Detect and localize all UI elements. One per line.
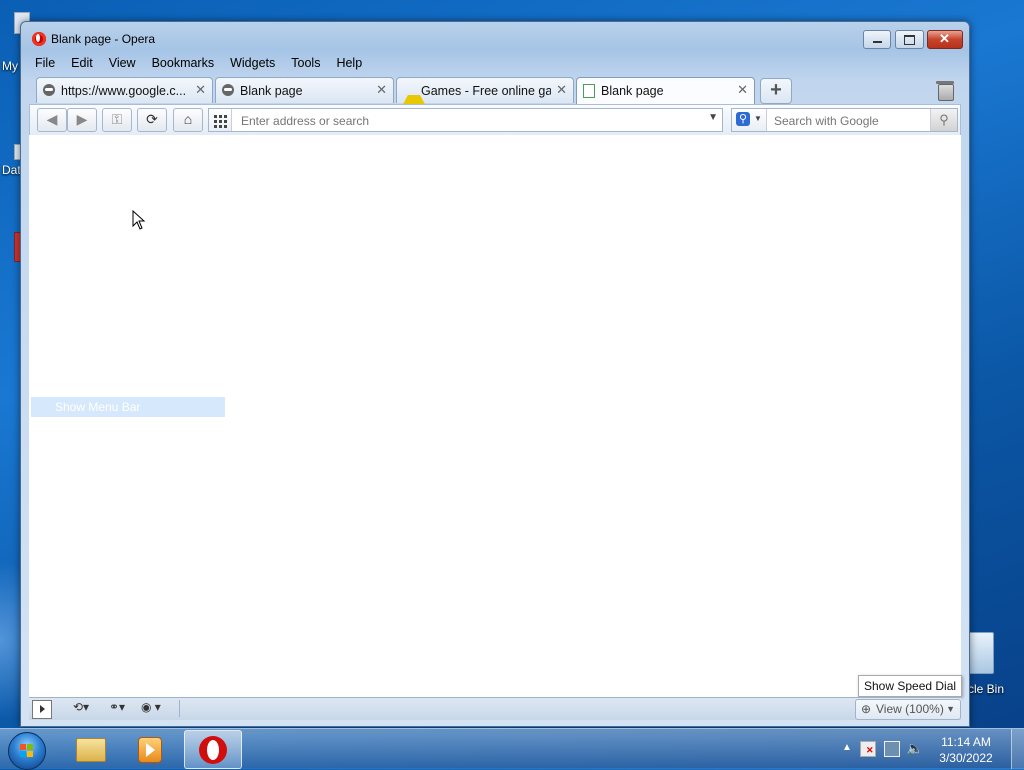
minimize-button[interactable] xyxy=(863,30,891,49)
trash-can-body xyxy=(938,84,954,101)
windows-logo-icon xyxy=(20,744,34,758)
address-dropdown-icon[interactable]: ▼ xyxy=(708,112,718,123)
zoom-control[interactable]: ⊕ View (100%) ▼ xyxy=(855,699,961,720)
show-menu-bar-hint[interactable]: Show Menu Bar xyxy=(31,397,225,417)
reload-button[interactable]: ⟳ xyxy=(137,108,167,132)
minimize-icon xyxy=(873,41,882,43)
globe-icon xyxy=(43,84,55,96)
tab-games[interactable]: Games - Free online ga... ✕ xyxy=(396,77,574,108)
sync-icon: ⟲▾ xyxy=(73,700,90,714)
desktop-icon-data[interactable]: Dat xyxy=(0,140,24,180)
menu-tools[interactable]: Tools xyxy=(283,53,328,70)
address-bar[interactable]: ▼ xyxy=(208,108,723,132)
turbo-button[interactable]: ◉ ▾ xyxy=(141,700,171,717)
unite-button[interactable]: ⚭▾ xyxy=(109,700,135,717)
tab-label: Blank page xyxy=(601,84,664,98)
desktop-icon-computer[interactable]: My xyxy=(0,12,30,82)
search-input[interactable] xyxy=(772,112,926,130)
forward-arrow-icon: ▶ xyxy=(76,111,88,127)
tab-blank-page[interactable]: Blank page ✕ xyxy=(215,77,394,103)
desktop-icon-label: cle Bin xyxy=(968,682,1005,696)
closed-tabs-trash-button[interactable] xyxy=(935,77,955,101)
desktop-icon-app[interactable] xyxy=(0,228,24,264)
menu-help[interactable]: Help xyxy=(328,53,370,70)
taskbar-explorer[interactable] xyxy=(62,730,118,767)
show-hidden-icons-icon[interactable]: ▲ xyxy=(842,742,852,753)
home-icon: ⌂ xyxy=(183,111,193,127)
chevron-down-icon: ▼ xyxy=(946,704,955,714)
close-button[interactable]: ✕ xyxy=(927,30,963,49)
clock[interactable]: 11:14 AM 3/30/2022 xyxy=(930,734,1002,766)
title-bar[interactable]: Blank page - Opera ✕ xyxy=(21,22,969,52)
action-center-icon[interactable] xyxy=(860,741,876,757)
navigation-toolbar: ◀ ▶ ⚿ ⟳ ⌂ ▼ ⚲ ▼ ⚲ xyxy=(29,104,961,136)
opera-icon xyxy=(199,736,227,764)
menu-widgets[interactable]: Widgets xyxy=(222,53,283,70)
page-content[interactable]: Show Menu Bar xyxy=(29,135,961,697)
volume-icon[interactable]: 🔈 xyxy=(906,740,923,757)
desktop-icon-label: My xyxy=(2,59,18,73)
tab-blank-page-active[interactable]: Blank page ✕ xyxy=(576,77,755,104)
show-desktop-button[interactable] xyxy=(1011,729,1024,769)
clock-time: 11:14 AM xyxy=(941,735,991,749)
sync-button[interactable]: ⟲▾ xyxy=(73,700,99,717)
tab-close-icon[interactable]: ✕ xyxy=(376,82,387,98)
media-player-icon xyxy=(138,737,162,763)
menu-edit[interactable]: Edit xyxy=(63,53,101,70)
system-tray: ▲ 🔈 11:14 AM 3/30/2022 xyxy=(834,729,1024,769)
unite-icon: ⚭▾ xyxy=(109,700,126,714)
tab-label: https://www.google.c... xyxy=(61,84,187,98)
turbo-icon: ◉ ▾ xyxy=(141,700,161,714)
search-engine-icon: ⚲ xyxy=(736,112,750,126)
security-button[interactable]: ⚿ xyxy=(102,108,132,132)
opera-logo-icon[interactable] xyxy=(32,32,46,46)
desktop-icon-label: Dat xyxy=(2,163,21,177)
tab-close-icon[interactable]: ✕ xyxy=(737,82,748,98)
speed-dial-tooltip: Show Speed Dial xyxy=(858,675,963,697)
taskbar: ▲ 🔈 11:14 AM 3/30/2022 xyxy=(0,728,1024,770)
maximize-button[interactable] xyxy=(895,30,924,49)
tab-google[interactable]: https://www.google.c... ✕ xyxy=(36,77,213,103)
taskbar-media-player[interactable] xyxy=(122,730,178,767)
folder-icon xyxy=(76,738,106,762)
window-title: Blank page - Opera xyxy=(51,32,156,46)
tab-label: Games - Free online ga... xyxy=(421,84,551,98)
zoom-label: View (100%) xyxy=(876,702,944,716)
tab-close-icon[interactable]: ✕ xyxy=(556,82,567,98)
menu-view[interactable]: View xyxy=(101,53,144,70)
opera-window: Blank page - Opera ✕ File Edit View Bookmar… xyxy=(20,21,970,727)
page-icon xyxy=(583,84,595,98)
key-icon: ⚿ xyxy=(111,111,123,127)
tab-bar: https://www.google.c... ✕ Blank page ✕ G… xyxy=(29,75,961,108)
search-go-icon[interactable]: ⚲ xyxy=(930,109,957,131)
chevron-down-icon: ▼ xyxy=(754,114,762,123)
maximize-icon xyxy=(904,35,915,45)
tab-label: Blank page xyxy=(240,84,303,98)
back-button[interactable]: ◀ xyxy=(37,108,67,132)
network-icon[interactable] xyxy=(884,741,900,757)
search-box[interactable]: ⚲ ▼ ⚲ xyxy=(731,108,958,132)
menu-bar: File Edit View Bookmarks Widgets Tools Help xyxy=(27,53,963,73)
reload-icon: ⟳ xyxy=(146,111,158,127)
taskbar-opera[interactable] xyxy=(184,730,242,769)
status-bar: ⟲▾ ⚭▾ ◉ ▾ ⊕ View (100%) ▼ xyxy=(29,697,961,720)
forward-button[interactable]: ▶ xyxy=(67,108,97,132)
panel-toggle-button[interactable] xyxy=(32,700,52,719)
speed-dial-grid-icon[interactable] xyxy=(209,109,232,131)
menu-file[interactable]: File xyxy=(27,53,63,70)
back-arrow-icon: ◀ xyxy=(46,111,58,127)
home-button[interactable]: ⌂ xyxy=(173,108,203,132)
address-input[interactable] xyxy=(239,112,693,130)
zoom-icon: ⊕ xyxy=(861,702,872,716)
clock-date: 3/30/2022 xyxy=(939,751,993,765)
start-button[interactable] xyxy=(8,732,46,770)
close-icon: ✕ xyxy=(939,31,950,46)
menu-bookmarks[interactable]: Bookmarks xyxy=(144,53,223,70)
new-tab-button[interactable]: + xyxy=(760,78,792,104)
status-divider xyxy=(179,700,180,717)
tab-close-icon[interactable]: ✕ xyxy=(195,82,206,98)
search-engine-selector[interactable]: ⚲ ▼ xyxy=(732,109,767,131)
globe-icon xyxy=(222,84,234,96)
recycle-bin-icon xyxy=(968,632,994,674)
